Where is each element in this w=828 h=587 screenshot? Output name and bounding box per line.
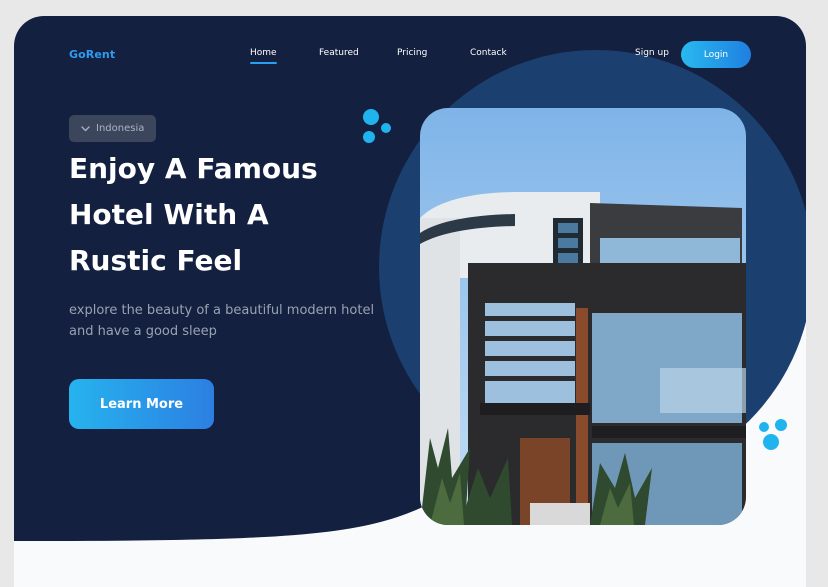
hero-title-line: Enjoy A Famous	[69, 152, 318, 185]
nav-item-label: Home	[250, 48, 277, 58]
hero-title-line: Hotel With A	[69, 198, 269, 231]
hero-title: Enjoy A Famous Hotel With A Rustic Feel	[69, 146, 389, 284]
active-nav-indicator	[250, 62, 277, 64]
page-frame: GoRent Home Featured Pricing Contack Sig…	[14, 16, 806, 587]
signup-link[interactable]: Sign up	[635, 48, 669, 58]
location-dropdown[interactable]: Indonesia	[69, 115, 157, 142]
decor-dots-bottom	[759, 419, 787, 450]
learn-more-button[interactable]: Learn More	[69, 379, 214, 429]
nav-item-label: Featured	[319, 48, 359, 58]
nav-item-label: Contack	[470, 48, 507, 58]
nav-item-contack[interactable]: Contack	[470, 48, 507, 58]
nav-item-home[interactable]: Home	[250, 48, 277, 64]
hero-title-line: Rustic Feel	[69, 244, 243, 277]
login-button[interactable]: Login	[681, 41, 751, 68]
nav-item-featured[interactable]: Featured	[319, 48, 359, 58]
hero-subtitle: explore the beauty of a beautiful modern…	[69, 303, 375, 339]
nav-item-pricing[interactable]: Pricing	[397, 48, 427, 58]
chevron-down-icon	[81, 125, 90, 132]
hotel-photo	[420, 108, 746, 525]
nav-item-label: Pricing	[397, 48, 428, 58]
location-label: Indonesia	[96, 123, 145, 134]
brand-logo[interactable]: GoRent	[69, 48, 115, 61]
